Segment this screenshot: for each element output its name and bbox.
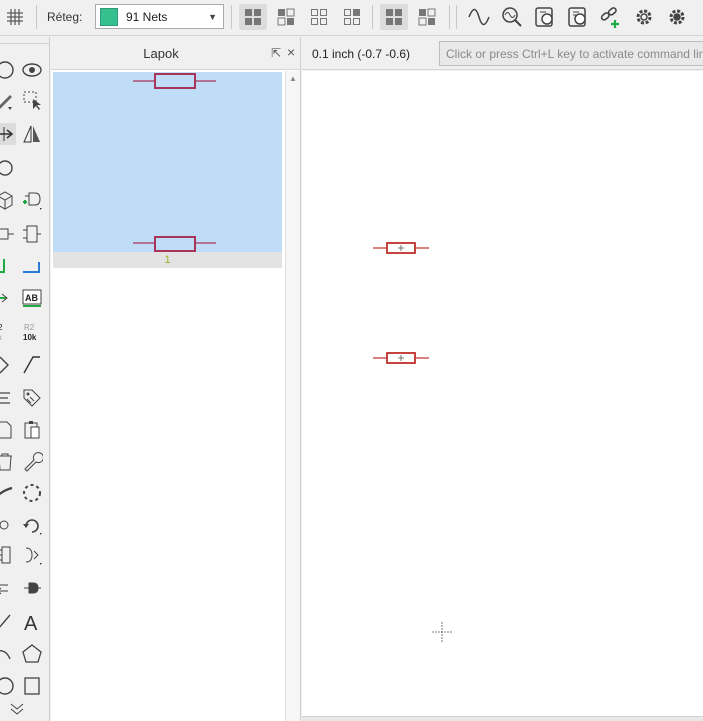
- pentagon-icon[interactable]: [21, 643, 43, 665]
- mirror-icon[interactable]: [21, 123, 43, 145]
- schematic-export-icon[interactable]: [564, 4, 592, 30]
- chevron-double-down-icon[interactable]: [6, 699, 28, 721]
- text-ab-icon[interactable]: AB: [21, 287, 43, 309]
- brush-icon[interactable]: [0, 482, 16, 504]
- clipboard-icon[interactable]: [21, 419, 43, 441]
- connector-icon[interactable]: [21, 544, 43, 566]
- doc-icon[interactable]: [0, 419, 16, 441]
- bus-icon[interactable]: [0, 354, 16, 376]
- component-icon[interactable]: [21, 223, 43, 245]
- command-line-input[interactable]: [439, 41, 703, 66]
- layer-label: Réteg:: [47, 10, 83, 24]
- page-thumbnail-drawing: [133, 73, 216, 252]
- add-pin-icon[interactable]: [21, 189, 43, 211]
- app-window: Réteg: 91 Nets ▼ AB 2 k R2 10k A Lapok ⇱…: [0, 0, 703, 721]
- arc-icon[interactable]: [0, 643, 16, 665]
- line-diagonal-icon[interactable]: [21, 354, 43, 376]
- svg-text:A: A: [24, 613, 38, 633]
- toolbar-separator: [36, 5, 37, 29]
- svg-text:AB: AB: [25, 293, 38, 303]
- rotate-icon[interactable]: [21, 514, 43, 536]
- eye-icon[interactable]: [21, 59, 43, 81]
- ellipse-icon[interactable]: [0, 157, 16, 179]
- schematic-check-icon[interactable]: [531, 4, 559, 30]
- view-mode-6-icon[interactable]: [413, 4, 441, 30]
- circle-outline-icon[interactable]: [0, 675, 16, 697]
- trash-icon[interactable]: [0, 451, 16, 473]
- connector-alt-icon[interactable]: [21, 577, 43, 599]
- svg-text:10k: 10k: [23, 333, 37, 342]
- pin-grid-icon[interactable]: [0, 544, 16, 566]
- thumb-resistor-top: [133, 73, 216, 89]
- wrench-icon[interactable]: [21, 451, 43, 473]
- layer-select[interactable]: 91 Nets ▼: [95, 4, 224, 29]
- probe-icon[interactable]: [498, 4, 526, 30]
- top-toolbar: Réteg: 91 Nets ▼: [0, 0, 703, 36]
- canvas-scrollbar[interactable]: [302, 716, 703, 721]
- layer-color-swatch: [100, 7, 118, 26]
- move-icon[interactable]: [0, 123, 16, 145]
- page-thumbnail[interactable]: [53, 72, 282, 252]
- waveform-icon[interactable]: [465, 4, 493, 30]
- view-mode-5-icon[interactable]: [380, 4, 408, 30]
- settings-icon[interactable]: [630, 4, 658, 30]
- pin-icon[interactable]: [0, 223, 16, 245]
- probe-icon-2[interactable]: [0, 514, 16, 536]
- schematic-drawing: [373, 242, 452, 642]
- net-arrow-icon[interactable]: [0, 287, 16, 309]
- layer-value: 91 Nets: [126, 9, 168, 24]
- svg-text:R2: R2: [24, 323, 35, 332]
- wire-green-icon[interactable]: [0, 256, 16, 278]
- pages-panel: Lapok ⇱ × 1 ▲: [51, 37, 301, 721]
- view-mode-4-icon[interactable]: [338, 4, 366, 30]
- line-icon[interactable]: [0, 611, 16, 633]
- arrow-in-icon[interactable]: [0, 577, 16, 599]
- tag-icon[interactable]: [21, 387, 43, 409]
- thumb-resistor-bottom: [133, 236, 216, 252]
- chevron-down-icon: ▼: [208, 12, 217, 22]
- coordinate-bar: 0.1 inch (-0.7 -0.6): [302, 37, 703, 70]
- toolbar-separator: [456, 5, 457, 29]
- pages-panel-title: Lapok: [143, 46, 179, 61]
- page-number: 1: [164, 254, 171, 266]
- pages-scrollbar[interactable]: ▲: [285, 71, 300, 721]
- label-r2-10k-icon[interactable]: R2 10k: [21, 321, 43, 343]
- dashed-circle-icon[interactable]: [21, 482, 43, 504]
- resistor-2[interactable]: [373, 352, 429, 364]
- page-number-strip: 1: [53, 252, 282, 268]
- toolbar-separator: [449, 5, 450, 29]
- tool-strip: AB 2k R2 10k A: [0, 37, 50, 721]
- wire-blue-icon[interactable]: [21, 256, 43, 278]
- view-mode-3-icon[interactable]: [305, 4, 333, 30]
- pages-panel-header: Lapok ⇱ ×: [51, 37, 300, 70]
- scroll-up-icon[interactable]: ▲: [289, 74, 297, 83]
- crosshair-cursor: [432, 622, 452, 642]
- circle-icon[interactable]: [0, 59, 16, 81]
- resistor-1[interactable]: [373, 242, 429, 254]
- coordinate-readout: 0.1 inch (-0.7 -0.6): [312, 47, 411, 61]
- svg-text:2: 2: [0, 323, 3, 332]
- cube-icon[interactable]: [0, 189, 16, 211]
- tool-strip-separator: [0, 43, 50, 44]
- list-icon[interactable]: [0, 387, 16, 409]
- close-icon[interactable]: ×: [287, 44, 295, 60]
- undock-icon[interactable]: ⇱: [271, 46, 281, 60]
- select-rect-icon[interactable]: [21, 89, 43, 111]
- rectangle-icon[interactable]: [21, 675, 43, 697]
- toolbar-separator: [231, 5, 232, 29]
- view-mode-1-icon[interactable]: [239, 4, 267, 30]
- label-r2-icon[interactable]: 2k: [0, 321, 16, 343]
- toolbar-separator: [372, 5, 373, 29]
- pen-icon[interactable]: [0, 89, 16, 111]
- settings-alt-icon[interactable]: [663, 4, 691, 30]
- svg-text:k: k: [0, 333, 3, 342]
- link-add-icon[interactable]: [597, 4, 625, 30]
- view-mode-2-icon[interactable]: [272, 4, 300, 30]
- grid-icon[interactable]: [1, 4, 29, 30]
- text-a-icon[interactable]: A: [21, 611, 43, 633]
- schematic-canvas[interactable]: [302, 71, 703, 716]
